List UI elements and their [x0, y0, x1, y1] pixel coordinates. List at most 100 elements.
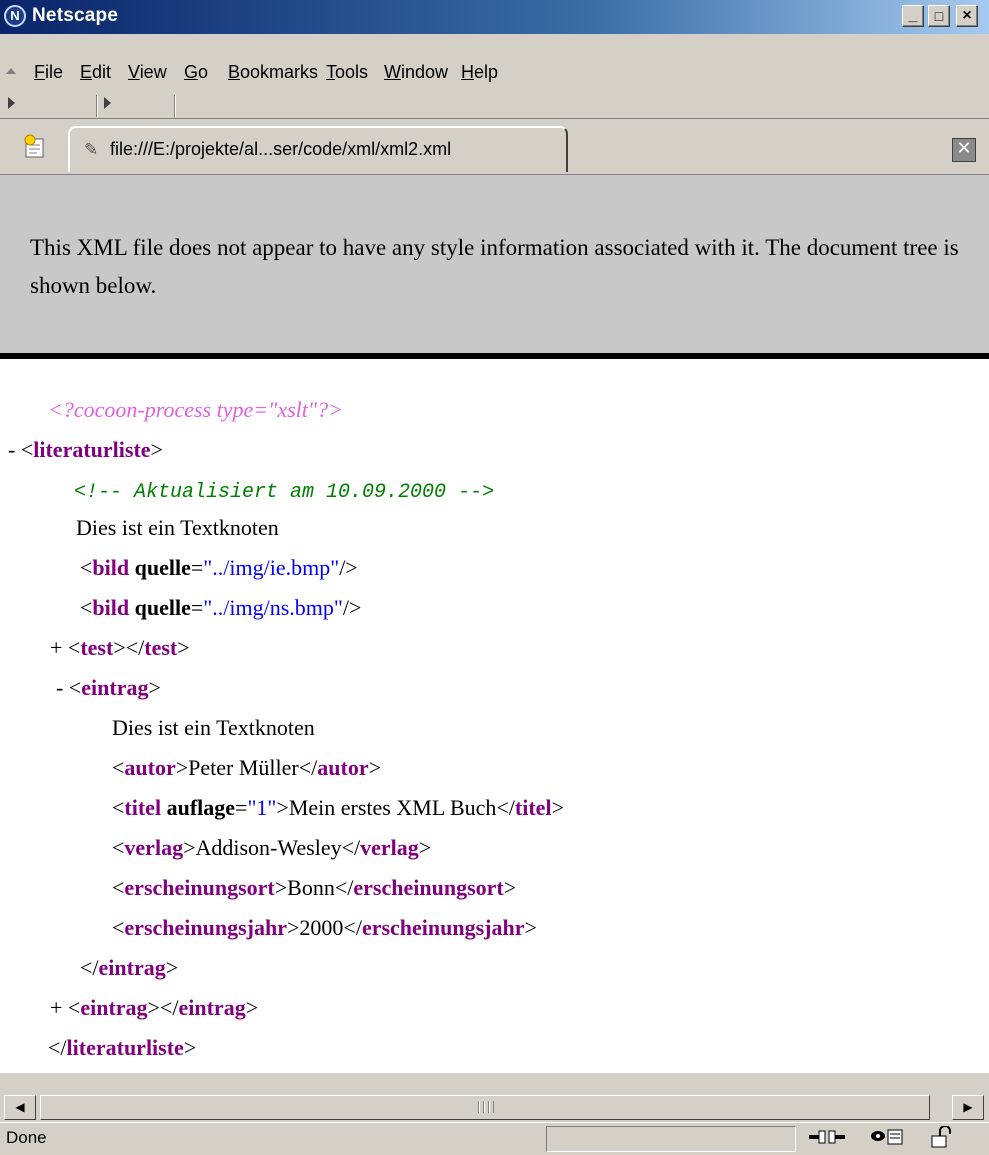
menu-file-mnemonic: F [34, 62, 45, 82]
toolbar-expand-icon-2[interactable] [104, 97, 111, 109]
menu-edit[interactable]: Edit [80, 62, 111, 83]
attr-name: auflage [166, 795, 236, 820]
tag-name: titel [124, 795, 162, 820]
processing-instruction: <?cocoon-process type="xslt"?> [48, 397, 343, 422]
toolbar-divider [96, 95, 98, 117]
text-node: Dies ist ein Textknoten [76, 515, 279, 540]
browser-window: N Netscape _ □ × File Edit View Go Bookm… [0, 0, 989, 1155]
tree-node-test: + <test></test> [50, 635, 190, 660]
tag-name-close: eintrag [178, 995, 246, 1020]
title-bar[interactable]: N Netscape _ □ × [0, 0, 989, 34]
tree-node-eintrag-close: </eintrag> [80, 955, 179, 980]
attr-name: quelle [134, 595, 191, 620]
scroll-right-button[interactable]: ▶ [952, 1095, 984, 1120]
menu-help-mnemonic: H [461, 62, 474, 82]
attr-name: quelle [134, 555, 191, 580]
tag-name-close: erscheinungsjahr [361, 915, 525, 940]
maximize-button[interactable]: □ [928, 5, 950, 27]
element-text: Peter Müller [188, 755, 299, 780]
menu-help-label: elp [474, 62, 499, 82]
tag-name: erscheinungsjahr [124, 915, 287, 940]
attr-value: "../img/ns.bmp" [203, 595, 343, 620]
tree-node-titel: <titel auflage="1">Mein erstes XML Buch<… [112, 795, 564, 820]
minimize-button[interactable]: _ [902, 5, 924, 27]
text-node: Dies ist ein Textknoten [112, 715, 315, 740]
tag-name: eintrag [81, 675, 149, 700]
collapse-toggle[interactable]: - [56, 675, 63, 700]
security-info-icon[interactable] [868, 1126, 904, 1153]
menu-view-mnemonic: V [128, 62, 140, 82]
expand-toggle[interactable]: + [50, 995, 62, 1020]
tag-name: bild [92, 555, 130, 580]
menu-go-label: o [198, 62, 209, 82]
tag-name: test [80, 635, 114, 660]
menu-grip-icon[interactable] [6, 68, 16, 74]
netscape-logo-icon: N [4, 5, 26, 27]
online-connection-icon[interactable] [808, 1126, 846, 1153]
scroll-left-button[interactable]: ◀ [4, 1095, 36, 1120]
tree-node-verlag: <verlag>Addison-Wesley</verlag> [112, 835, 432, 860]
tree-node-bild-2: <bild quelle="../img/ns.bmp"/> [80, 595, 362, 620]
menu-window[interactable]: Window [384, 62, 448, 83]
tag-name-close: autor [317, 755, 369, 780]
element-text: Addison-Wesley [195, 835, 342, 860]
collapsed-toolbars [0, 95, 989, 117]
tree-node-literaturliste: - <literaturliste> [8, 437, 163, 462]
menu-go[interactable]: Go [184, 62, 208, 83]
tree-node-erscheinungsort: <erscheinungsort>Bonn</erscheinungsort> [112, 875, 517, 900]
tree-node-eintrag: - <eintrag> [56, 675, 161, 700]
tag-name: bild [92, 595, 130, 620]
menu-bookmarks-mnemonic: B [228, 62, 241, 82]
close-window-button[interactable]: × [956, 5, 978, 27]
tag-name: erscheinungsort [124, 875, 275, 900]
tab-url-label: file:///E:/projekte/al...ser/code/xml/xm… [110, 139, 452, 159]
menu-help[interactable]: Help [461, 62, 498, 83]
close-tab-button[interactable]: ✕ [952, 138, 976, 162]
window-title: Netscape [32, 5, 119, 26]
tag-name-close: erscheinungsort [353, 875, 504, 900]
page-icon: ✎ [84, 140, 99, 160]
element-text: Bonn [287, 875, 335, 900]
menu-view[interactable]: View [128, 62, 167, 83]
menu-file[interactable]: File [34, 62, 63, 83]
tag-name-close: eintrag [98, 955, 166, 980]
attr-value: "../img/ie.bmp" [203, 555, 340, 580]
tree-node-bild-1: <bild quelle="../img/ie.bmp"/> [80, 555, 358, 580]
attr-value: "1" [247, 795, 277, 820]
menu-tools-mnemonic: T [326, 62, 335, 82]
scrollbar-grip-icon [478, 1101, 494, 1113]
tree-node-eintrag-2: + <eintrag></eintrag> [50, 995, 259, 1020]
tag-name: verlag [124, 835, 184, 860]
tree-node-erscheinungsjahr: <erscheinungsjahr>2000</erscheinungsjahr… [112, 915, 537, 940]
lock-icon[interactable] [928, 1125, 958, 1153]
tag-name-close: titel [514, 795, 552, 820]
xml-notice-text: This XML file does not appear to have an… [30, 235, 959, 298]
collapse-toggle[interactable]: - [8, 437, 15, 462]
new-tab-icon[interactable] [22, 134, 48, 160]
menu-window-mnemonic: W [384, 62, 401, 82]
tag-name: eintrag [80, 995, 148, 1020]
tree-node-autor: <autor>Peter Müller</autor> [112, 755, 382, 780]
menu-go-mnemonic: G [184, 62, 199, 82]
xml-comment: <!-- Aktualisiert am 10.09.2000 --> [74, 481, 495, 504]
menu-edit-mnemonic: E [80, 62, 93, 82]
menu-edit-label: dit [92, 62, 112, 82]
element-text: Mein erstes XML Buch [288, 795, 497, 820]
menu-file-label: ile [45, 62, 64, 82]
menu-tools[interactable]: Tools [326, 62, 368, 83]
content-area: This XML file does not appear to have an… [0, 174, 989, 1073]
toolbar-expand-icon[interactable] [8, 97, 15, 109]
menu-tools-label: ools [335, 62, 369, 82]
tree-node-literaturliste-close: </literaturliste> [48, 1035, 197, 1060]
expand-toggle[interactable]: + [50, 635, 62, 660]
tag-name: literaturliste [33, 437, 151, 462]
xml-notice-box: This XML file does not appear to have an… [0, 175, 989, 359]
menu-bookmarks[interactable]: Bookmarks [228, 62, 318, 83]
status-progress-panel [546, 1126, 796, 1152]
menu-view-label: iew [139, 62, 167, 82]
menu-bookmarks-label: ookmarks [240, 62, 319, 82]
toolbar-divider-2 [174, 95, 176, 117]
tag-name: autor [124, 755, 176, 780]
menu-window-label: indow [401, 62, 449, 82]
element-text: 2000 [299, 915, 344, 940]
